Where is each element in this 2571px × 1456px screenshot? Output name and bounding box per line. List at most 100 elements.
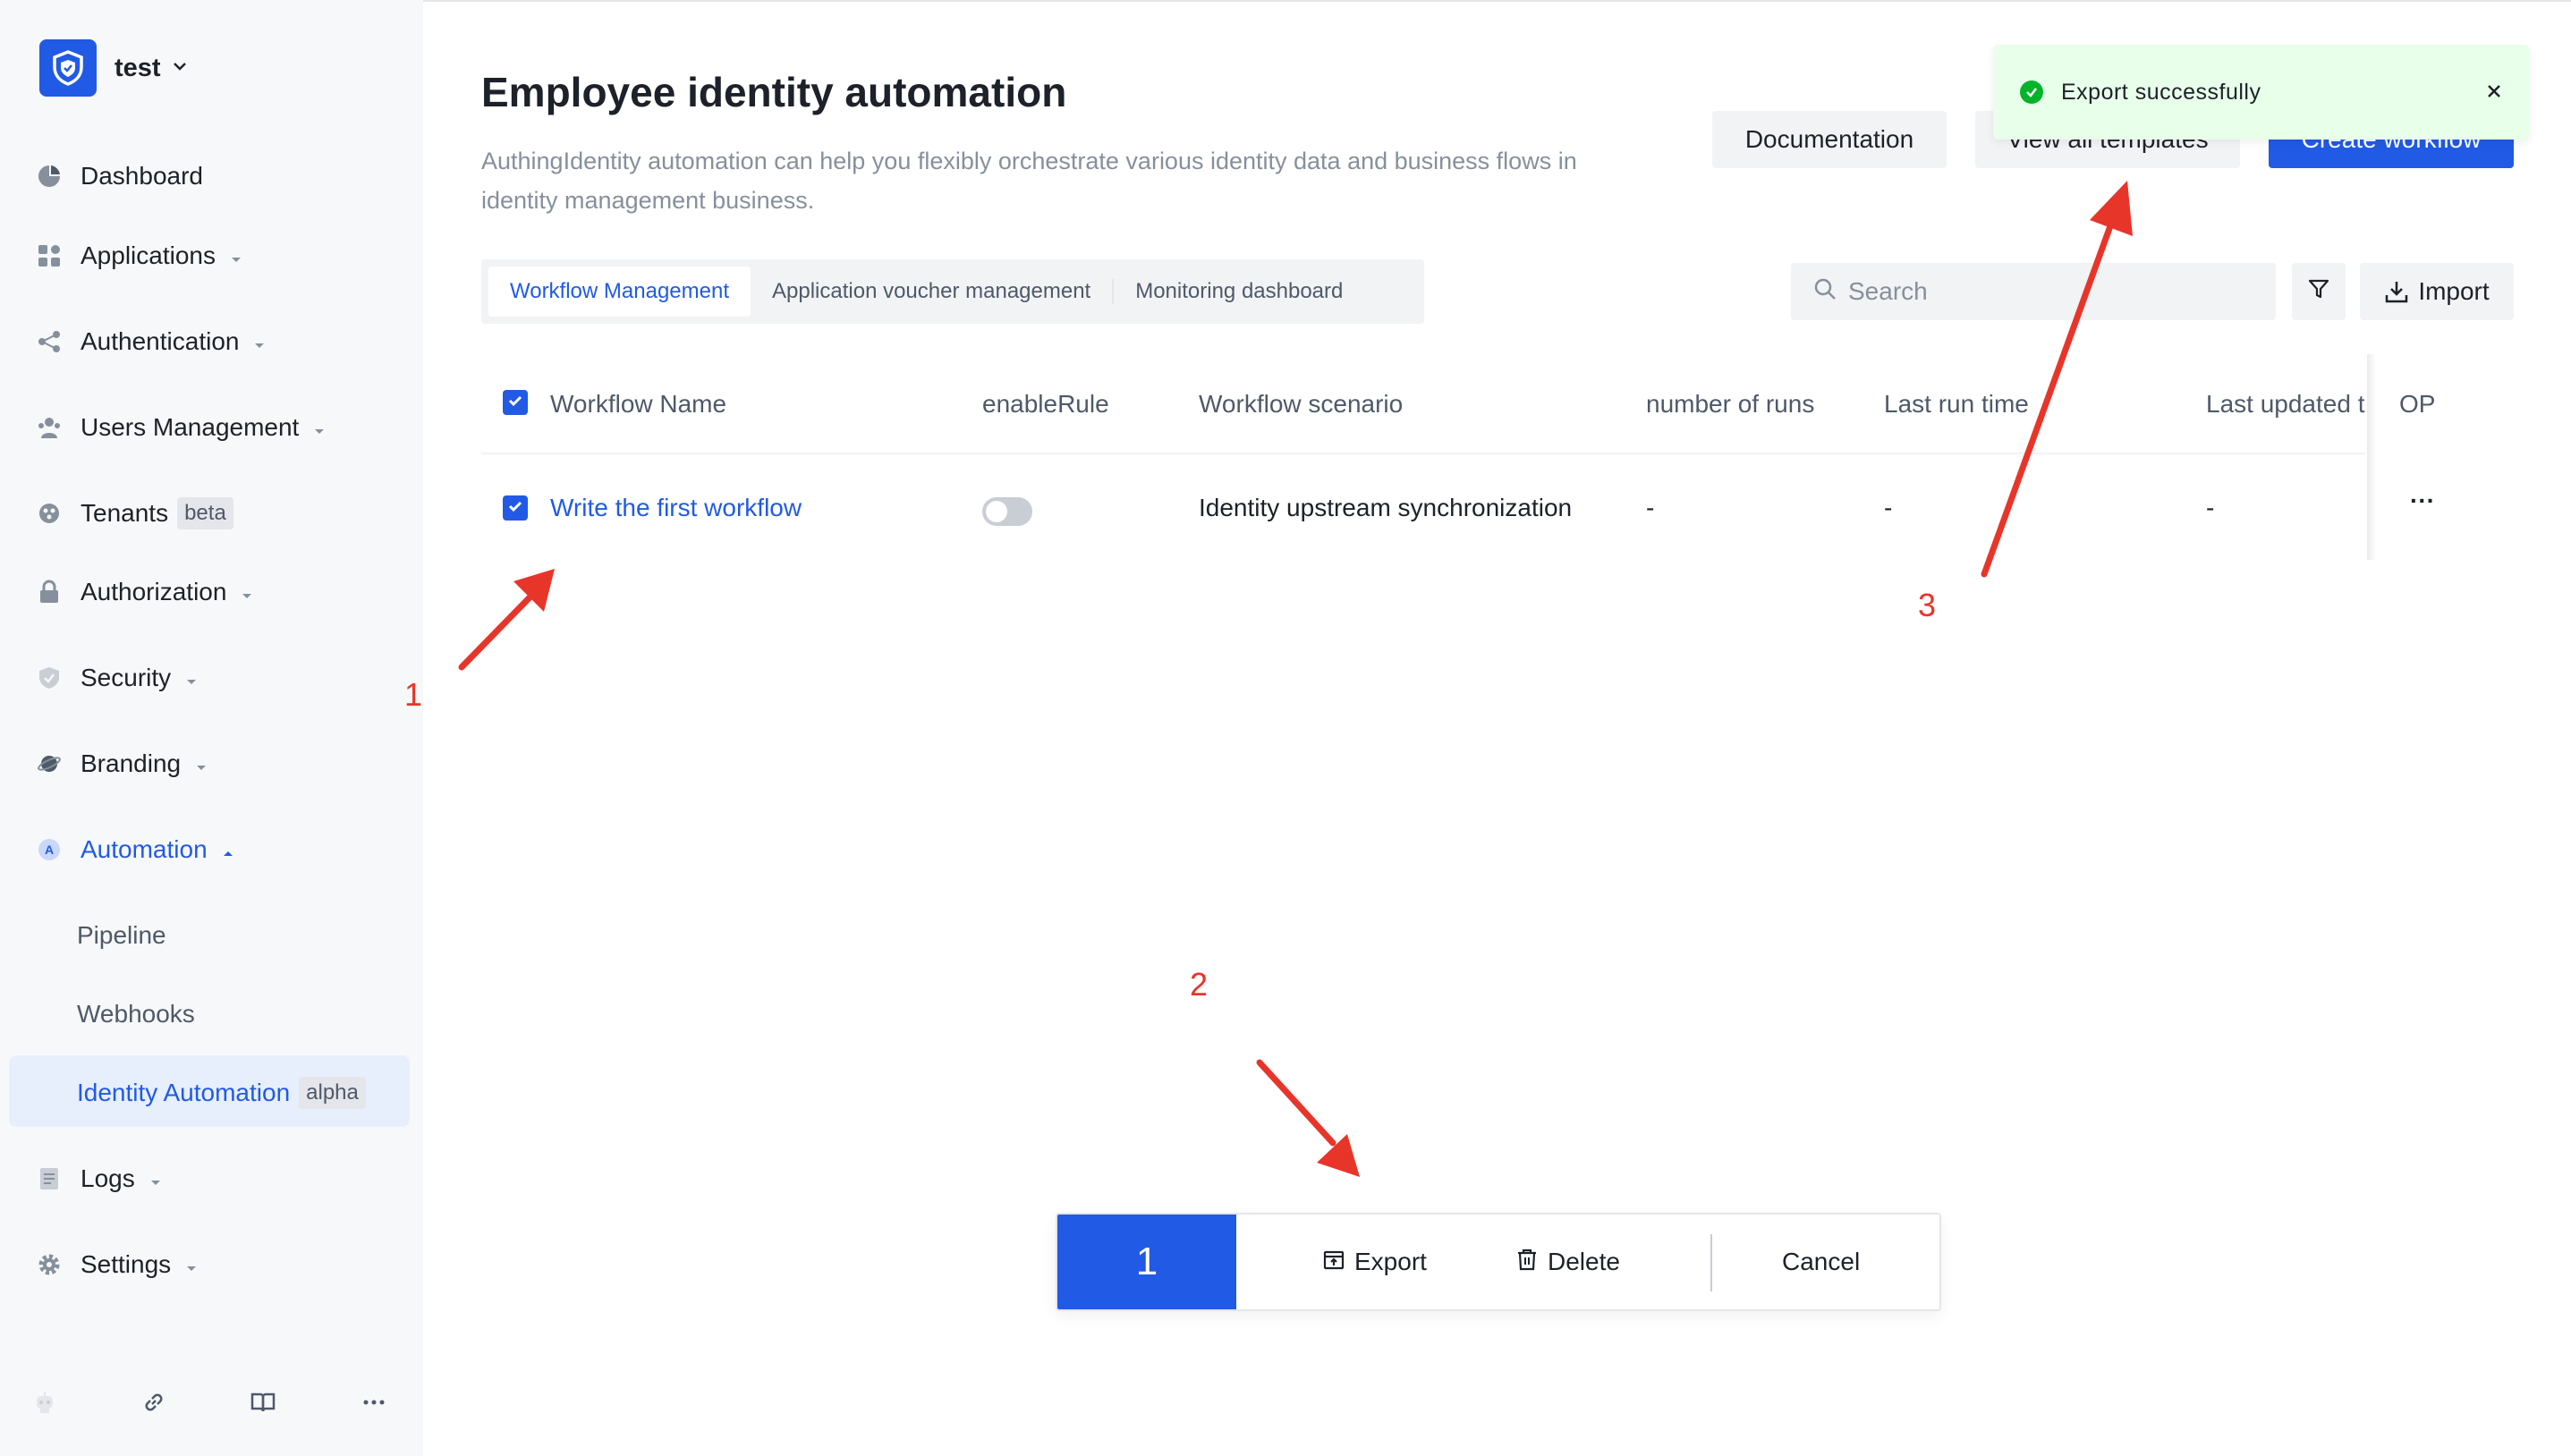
top-divider	[423, 0, 2571, 2]
robot-icon[interactable]	[27, 1384, 63, 1420]
sidebar-subitem-identity-automation[interactable]: Identity Automation alpha	[77, 1068, 366, 1118]
sidebar-item-label: Logs	[81, 1164, 135, 1192]
sidebar: test Dashboard Applications Authenticati…	[0, 0, 423, 1456]
tab-application-voucher-management[interactable]: Application voucher management	[751, 267, 1112, 317]
trash-icon	[1515, 1248, 1548, 1277]
lock-icon	[36, 579, 63, 605]
column-header-last-updated: Last updated t	[2206, 390, 2365, 418]
sidebar-subitem-label: Webhooks	[77, 1000, 195, 1028]
workflow-scenario-cell: Identity upstream synchronization	[1199, 494, 1573, 521]
column-header-op: OP	[2399, 390, 2436, 418]
search-box	[1791, 263, 2276, 320]
export-icon	[1322, 1248, 1354, 1277]
link-icon[interactable]	[136, 1384, 172, 1420]
caret-down-icon	[149, 1164, 162, 1193]
share-icon	[36, 328, 63, 355]
sidebar-item-security[interactable]: Security	[36, 653, 198, 703]
sidebar-item-label: Applications	[81, 241, 216, 269]
op-column-header-bg	[2365, 358, 2514, 454]
search-input[interactable]	[1848, 277, 2242, 306]
book-icon[interactable]	[245, 1384, 281, 1420]
delete-button[interactable]: Delete	[1515, 1215, 1620, 1309]
tab-workflow-management[interactable]: Workflow Management	[488, 267, 751, 317]
sidebar-footer	[0, 1384, 423, 1420]
annotation-number-2: 2	[1190, 966, 1209, 1003]
row-more-actions-button[interactable]: ···	[2410, 487, 2435, 515]
workflow-name-link[interactable]: Write the first workflow	[550, 494, 802, 522]
cancel-button[interactable]: Cancel	[1782, 1215, 1860, 1309]
search-icon	[1812, 276, 1837, 308]
filter-icon	[2307, 277, 2330, 307]
sidebar-item-authorization[interactable]: Authorization	[36, 567, 253, 617]
gear-icon	[36, 1251, 63, 1278]
page-title: Employee identity automation	[481, 69, 1067, 115]
sidebar-subitem-pipeline[interactable]: Pipeline	[77, 910, 166, 961]
last-updated-cell: -	[2206, 494, 2215, 521]
tab-monitoring-dashboard[interactable]: Monitoring dashboard	[1114, 267, 1364, 317]
pie-chart-icon	[36, 163, 63, 190]
sidebar-item-tenants[interactable]: Tenants beta	[36, 488, 233, 538]
select-all-checkbox[interactable]	[503, 390, 528, 415]
import-button-label: Import	[2418, 277, 2490, 305]
documentation-button[interactable]: Documentation	[1712, 111, 1947, 168]
export-button[interactable]: Export	[1322, 1215, 1427, 1309]
users-icon	[36, 414, 63, 441]
sidebar-item-users-management[interactable]: Users Management	[36, 402, 326, 453]
sidebar-item-logs[interactable]: Logs	[36, 1154, 162, 1204]
sidebar-subitem-label: Pipeline	[77, 921, 166, 949]
table-header: Workflow Name enableRule Workflow scenar…	[481, 358, 2514, 454]
success-toast: Export successfully	[1993, 45, 2530, 140]
beta-badge: beta	[177, 497, 233, 529]
sidebar-item-automation[interactable]: A Automation	[36, 825, 234, 875]
sidebar-item-label: Tenants	[81, 499, 169, 527]
tab-label: Application voucher management	[772, 279, 1091, 303]
planet-icon	[36, 750, 63, 777]
documentation-button-label: Documentation	[1744, 125, 1914, 153]
row-checkbox[interactable]	[503, 495, 528, 521]
filter-button[interactable]	[2292, 263, 2346, 320]
annotation-number-3: 3	[1918, 587, 1937, 623]
column-header-enable-rule: enableRule	[982, 390, 1109, 418]
caret-down-icon	[241, 578, 253, 606]
caret-up-icon	[222, 835, 234, 864]
enable-rule-toggle[interactable]	[982, 497, 1032, 526]
sidebar-item-label: Authentication	[81, 327, 240, 355]
caret-down-icon	[313, 413, 326, 442]
checkmark-icon	[506, 392, 524, 414]
caret-down-icon	[185, 1250, 198, 1279]
annotation-number-1: 1	[404, 676, 423, 713]
sidebar-subitem-webhooks[interactable]: Webhooks	[77, 989, 195, 1039]
op-column-shadow	[2367, 354, 2376, 560]
cancel-button-label: Cancel	[1782, 1248, 1861, 1275]
shield-logo-icon	[39, 39, 97, 97]
tenant-switcher[interactable]: test	[39, 39, 188, 97]
sidebar-item-label: Authorization	[81, 578, 227, 605]
import-button[interactable]: Import	[2360, 263, 2514, 320]
batch-action-bar: 1 Export Delete Cancel	[1056, 1213, 1941, 1311]
number-of-runs-cell: -	[1646, 494, 1655, 521]
tab-label: Workflow Management	[510, 279, 729, 303]
tenants-icon	[36, 500, 63, 527]
sidebar-item-branding[interactable]: Branding	[36, 739, 208, 789]
column-header-workflow-name: Workflow Name	[550, 390, 727, 418]
sidebar-item-settings[interactable]: Settings	[36, 1240, 198, 1290]
close-icon[interactable]	[2483, 80, 2505, 102]
sidebar-item-authentication[interactable]: Authentication	[36, 317, 266, 367]
more-icon[interactable]	[356, 1384, 392, 1420]
log-file-icon	[36, 1165, 63, 1192]
page-description: AuthingIdentity automation can help you …	[481, 148, 1577, 214]
automation-icon: A	[36, 836, 63, 863]
shield-icon	[36, 665, 63, 691]
tab-label: Monitoring dashboard	[1135, 279, 1344, 303]
toast-message: Export successfully	[2061, 79, 2261, 105]
selected-count: 1	[1057, 1215, 1236, 1309]
apps-grid-icon	[36, 242, 63, 269]
sidebar-item-dashboard[interactable]: Dashboard	[36, 151, 203, 201]
sidebar-item-label: Users Management	[81, 413, 300, 441]
caret-down-icon	[253, 327, 266, 356]
column-header-workflow-scenario: Workflow scenario	[1199, 390, 1404, 418]
svg-text:A: A	[45, 842, 54, 857]
sidebar-item-applications[interactable]: Applications	[36, 231, 242, 281]
success-check-icon	[2020, 80, 2043, 104]
export-button-label: Export	[1354, 1248, 1427, 1275]
